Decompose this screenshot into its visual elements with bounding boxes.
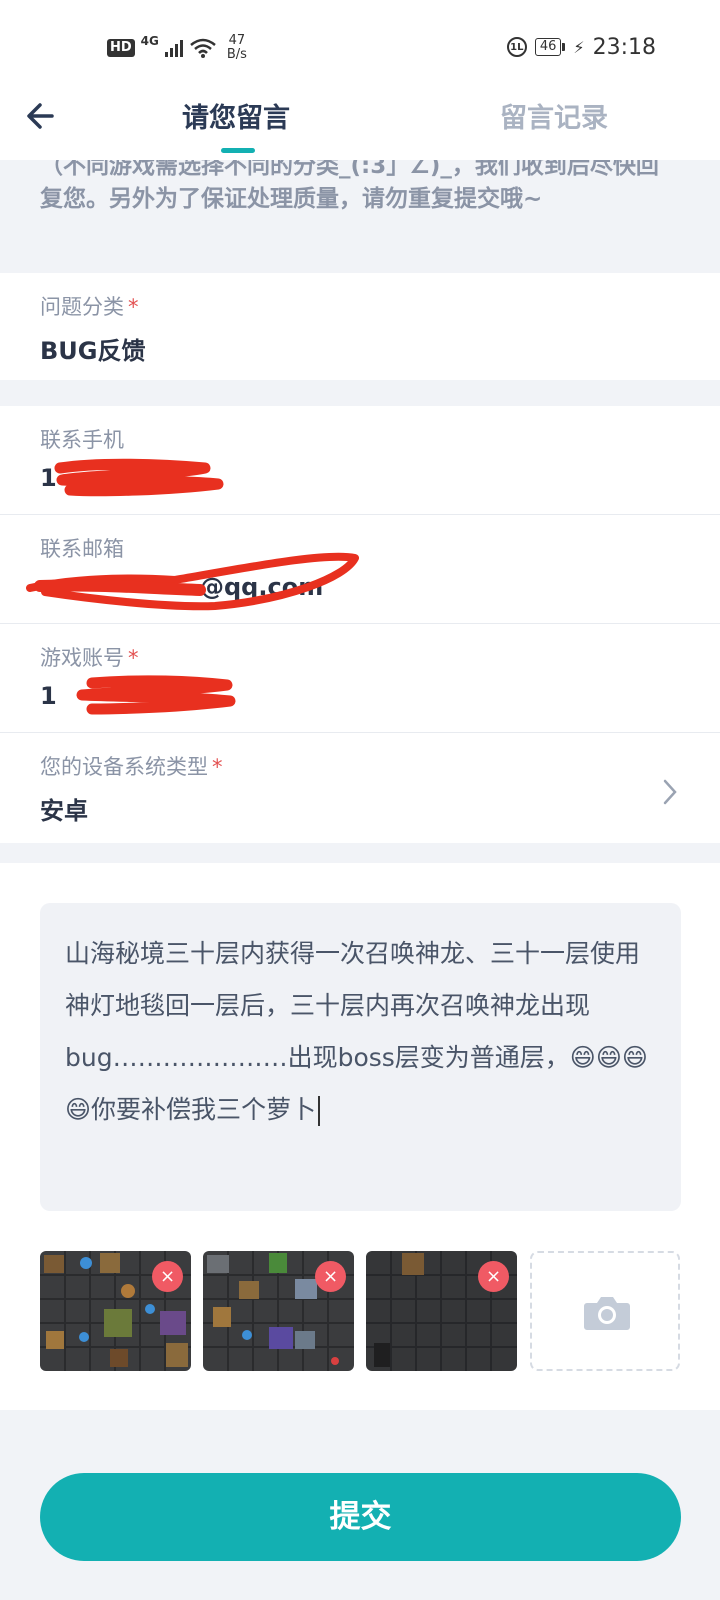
wifi-icon [190, 38, 216, 58]
email-value[interactable]: @qq.com [200, 573, 323, 601]
phone-label: 联系手机 [40, 428, 124, 452]
contact-card: 联系手机 1 联系邮箱 @qq.com 游戏账号 * 1 您的设备系统类型 * 安卓 [0, 406, 720, 843]
back-arrow-icon[interactable] [22, 96, 62, 136]
chevron-right-icon [663, 779, 677, 805]
remove-attachment-icon[interactable]: × [152, 1261, 183, 1292]
device-label: 您的设备系统类型 * [40, 755, 223, 779]
notice-text: （不同游戏需选择不同的分类_(:3」∠)_，我们收到后尽快回复您。另外为了保证处… [40, 160, 659, 212]
required-mark: * [212, 755, 223, 779]
status-bar: HD 4G 47 B/s 1L 46 ⚡ 23:18 [0, 0, 720, 90]
notice-panel: （不同游戏需选择不同的分类_(:3」∠)_，我们收到后尽快回复您。另外为了保证处… [0, 160, 720, 273]
remove-attachment-icon[interactable]: × [478, 1261, 509, 1292]
account-label: 游戏账号 * [40, 646, 139, 670]
email-label: 联系邮箱 [40, 537, 124, 561]
attachment-thumbnail[interactable]: × [366, 1251, 517, 1371]
status-right: 1L 46 ⚡ 23:18 [506, 32, 656, 62]
network-type: 4G [140, 34, 159, 48]
battery-level: 46 [534, 38, 562, 56]
tab-message-history[interactable]: 留言记录 [498, 96, 610, 135]
email-row[interactable]: 联系邮箱 @qq.com [0, 515, 720, 623]
status-left: HD 4G 47 B/s [107, 30, 247, 66]
header: 请您留言 留言记录 [0, 90, 720, 160]
attachment-thumbnail[interactable]: × [203, 1251, 354, 1371]
remove-attachment-icon[interactable]: × [315, 1261, 346, 1292]
category-label: 问题分类 * [40, 295, 139, 319]
battery-icon: 46 [534, 38, 566, 56]
submit-button[interactable]: 提交 [40, 1473, 681, 1561]
device-value: 安卓 [40, 797, 88, 825]
tab-leave-message[interactable]: 请您留言 [180, 96, 292, 135]
text-caret [318, 1096, 321, 1126]
phone-value[interactable]: 1 [40, 464, 57, 492]
message-text[interactable]: 山海秘境三十层内获得一次召唤神龙、三十一层使用神灯地毯回一层后，三十层内再次召唤… [65, 928, 655, 1136]
account-value[interactable]: 1 [40, 682, 57, 710]
message-textarea[interactable]: 山海秘境三十层内获得一次召唤神龙、三十一层使用神灯地毯回一层后，三十层内再次召唤… [40, 903, 681, 1211]
hd-badge: HD [107, 39, 135, 57]
account-row[interactable]: 游戏账号 * 1 [0, 624, 720, 732]
phone-row[interactable]: 联系手机 1 [0, 406, 720, 514]
category-value: BUG反馈 [40, 337, 146, 365]
hd-voice-icon: 1L [506, 37, 527, 57]
device-row[interactable]: 您的设备系统类型 * 安卓 [0, 733, 720, 841]
active-tab-indicator [221, 148, 255, 153]
clock: 23:18 [592, 34, 656, 60]
required-mark: * [128, 295, 139, 319]
network-speed-value: 47 [228, 33, 246, 48]
signal-icon [164, 39, 183, 57]
network-speed-unit: B/s [226, 47, 247, 62]
attachment-thumbnail[interactable]: × [40, 1251, 191, 1371]
category-row[interactable]: 问题分类 * BUG反馈 [0, 273, 720, 381]
network-speed: 47 B/s [227, 34, 247, 62]
category-card: 问题分类 * BUG反馈 [0, 273, 720, 380]
add-photo-button[interactable] [530, 1251, 680, 1371]
required-mark: * [128, 646, 139, 670]
charging-icon: ⚡ [573, 37, 585, 57]
camera-icon [584, 1297, 630, 1330]
